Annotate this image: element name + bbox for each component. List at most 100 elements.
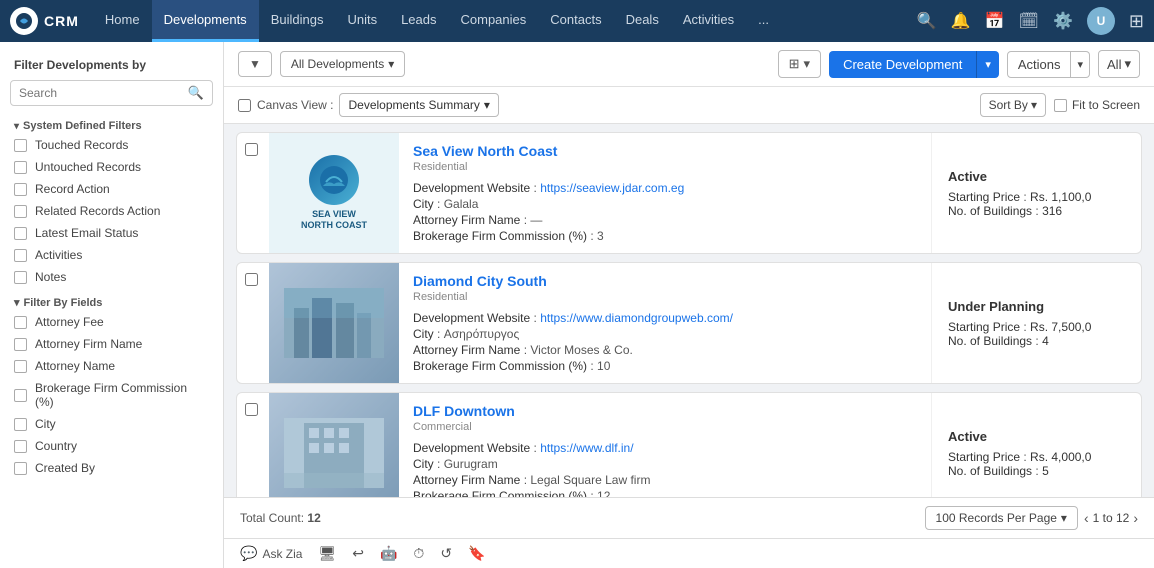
- next-page-button[interactable]: ›: [1133, 510, 1138, 526]
- actions-dropdown-arrow[interactable]: ▾: [1071, 51, 1090, 78]
- field-city-3: City : Gurugram: [413, 457, 917, 471]
- user-avatar[interactable]: U: [1087, 7, 1115, 35]
- toolbar-left: ▼ All Developments ▾: [238, 51, 405, 77]
- search-input[interactable]: [19, 86, 188, 100]
- record-fields-3: Development Website : https://www.dlf.in…: [413, 441, 917, 497]
- timer-icon: ⏱: [413, 545, 424, 562]
- filter-related-records-action[interactable]: Related Records Action: [0, 200, 223, 222]
- record-card-dlf: DLF Downtown Commercial Development Webs…: [236, 392, 1142, 497]
- timer-item[interactable]: ⏱: [413, 545, 424, 562]
- search-icon[interactable]: 🔍: [917, 11, 937, 31]
- nav-contacts[interactable]: Contacts: [538, 0, 613, 42]
- settings-icon[interactable]: ⚙️: [1053, 11, 1073, 31]
- sort-by-button[interactable]: Sort By ▾: [980, 93, 1046, 117]
- fit-to-screen-label[interactable]: Fit to Screen: [1054, 98, 1140, 112]
- create-development-button[interactable]: Create Development: [829, 51, 976, 78]
- select-all-checkbox[interactable]: [238, 99, 251, 112]
- canvas-view-dropdown[interactable]: Developments Summary ▾: [339, 93, 498, 117]
- filter-brokerage-commission[interactable]: Brokerage Firm Commission (%): [0, 377, 223, 413]
- bookmark-item[interactable]: 🔖: [468, 545, 485, 562]
- screen-item[interactable]: 🖥: [318, 545, 336, 562]
- filter-touched-records[interactable]: Touched Records: [0, 134, 223, 156]
- record-checkbox-3[interactable]: [245, 403, 258, 416]
- nav-units[interactable]: Units: [335, 0, 389, 42]
- record-name-1[interactable]: Sea View North Coast: [413, 143, 917, 159]
- view-toggle-button[interactable]: ⊞ ▾: [778, 50, 821, 78]
- record-img-2: [269, 263, 399, 383]
- canvas-label: Canvas View :: [257, 98, 333, 112]
- checkbox-record-action[interactable]: [14, 183, 27, 196]
- nav-activities[interactable]: Activities: [671, 0, 746, 42]
- page-nav: ‹ 1 to 12 ›: [1084, 510, 1138, 526]
- actions-group: Actions ▾: [1007, 51, 1090, 78]
- filter-activities[interactable]: Activities: [0, 244, 223, 266]
- sea-view-logo: SEA VIEWNORTH COAST: [269, 133, 399, 253]
- filter-notes[interactable]: Notes: [0, 266, 223, 288]
- screen-icon: 🖥: [318, 545, 336, 562]
- create-development-dropdown-arrow[interactable]: ▾: [976, 51, 999, 78]
- record-name-3[interactable]: DLF Downtown: [413, 403, 917, 419]
- nav-developments[interactable]: Developments: [152, 0, 259, 42]
- all-developments-dropdown[interactable]: All Developments ▾: [280, 51, 405, 77]
- search-icon: 🔍: [188, 85, 204, 101]
- checkbox-notes[interactable]: [14, 271, 27, 284]
- record-type-3: Commercial: [413, 421, 917, 433]
- system-filters-section[interactable]: ▾ System Defined Filters: [0, 114, 223, 134]
- bell-icon[interactable]: 🔔: [951, 11, 971, 31]
- checkbox-attorney-name[interactable]: [14, 360, 27, 373]
- app-logo[interactable]: CRM: [10, 7, 79, 35]
- nav-leads[interactable]: Leads: [389, 0, 448, 42]
- calendar-icon[interactable]: 📅: [985, 11, 1005, 31]
- record-checkbox-2[interactable]: [245, 273, 258, 286]
- filter-button[interactable]: ▼: [238, 51, 272, 77]
- checkbox-latest-email-status[interactable]: [14, 227, 27, 240]
- filter-attorney-firm-name[interactable]: Attorney Firm Name: [0, 333, 223, 355]
- checkbox-touched-records[interactable]: [14, 139, 27, 152]
- nav-companies[interactable]: Companies: [449, 0, 539, 42]
- filter-country[interactable]: Country: [0, 435, 223, 457]
- checkbox-created-by[interactable]: [14, 462, 27, 475]
- record-checkbox-1[interactable]: [245, 143, 258, 156]
- filter-record-action[interactable]: Record Action: [0, 178, 223, 200]
- checkbox-related-records-action[interactable]: [14, 205, 27, 218]
- checkbox-attorney-fee[interactable]: [14, 316, 27, 329]
- nav-deals[interactable]: Deals: [614, 0, 671, 42]
- filter-city[interactable]: City: [0, 413, 223, 435]
- field-brokerage-2: Brokerage Firm Commission (%) : 10: [413, 359, 917, 373]
- record-name-2[interactable]: Diamond City South: [413, 273, 917, 289]
- actions-button[interactable]: Actions: [1007, 51, 1072, 78]
- fit-screen-checkbox[interactable]: [1054, 99, 1067, 112]
- chevron-down-icon: ▾: [388, 57, 394, 71]
- nav-home[interactable]: Home: [93, 0, 152, 42]
- per-page-button[interactable]: 100 Records Per Page ▾: [925, 506, 1078, 530]
- nav-more[interactable]: ...: [746, 0, 781, 42]
- bot-item[interactable]: 🤖: [380, 545, 397, 562]
- filter-title: Filter Developments by: [0, 52, 223, 76]
- grid-icon[interactable]: ⊞: [1129, 11, 1144, 32]
- checkbox-country[interactable]: [14, 440, 27, 453]
- nav-buildings[interactable]: Buildings: [259, 0, 336, 42]
- checkbox-untouched-records[interactable]: [14, 161, 27, 174]
- checkbox-activities[interactable]: [14, 249, 27, 262]
- filter-untouched-records[interactable]: Untouched Records: [0, 156, 223, 178]
- checkbox-attorney-firm-name[interactable]: [14, 338, 27, 351]
- search-box[interactable]: 🔍: [10, 80, 213, 106]
- top-navigation: CRM Home Developments Buildings Units Le…: [0, 0, 1154, 42]
- app-body: Filter Developments by 🔍 ▾ System Define…: [0, 42, 1154, 568]
- refresh-item[interactable]: ↺: [440, 545, 452, 562]
- checkbox-brokerage-commission[interactable]: [14, 389, 27, 402]
- filter-attorney-fee[interactable]: Attorney Fee: [0, 311, 223, 333]
- undo-item[interactable]: ↩: [352, 545, 364, 562]
- calendar2-icon[interactable]: 🗓: [1019, 11, 1039, 31]
- ask-zia-item[interactable]: 💬 Ask Zia: [240, 545, 302, 562]
- filter-latest-email-status[interactable]: Latest Email Status: [0, 222, 223, 244]
- record-checkbox-col-3: [237, 393, 269, 497]
- chevron-down-icon: ▾: [14, 121, 19, 132]
- checkbox-city[interactable]: [14, 418, 27, 431]
- filter-created-by[interactable]: Created By: [0, 457, 223, 479]
- record-card-sea-view: SEA VIEWNORTH COAST Sea View North Coast…: [236, 132, 1142, 254]
- prev-page-button[interactable]: ‹: [1084, 510, 1089, 526]
- filter-attorney-name[interactable]: Attorney Name: [0, 355, 223, 377]
- fields-section[interactable]: ▾ Filter By Fields: [0, 288, 223, 311]
- all-filter-button[interactable]: All ▾: [1098, 50, 1140, 78]
